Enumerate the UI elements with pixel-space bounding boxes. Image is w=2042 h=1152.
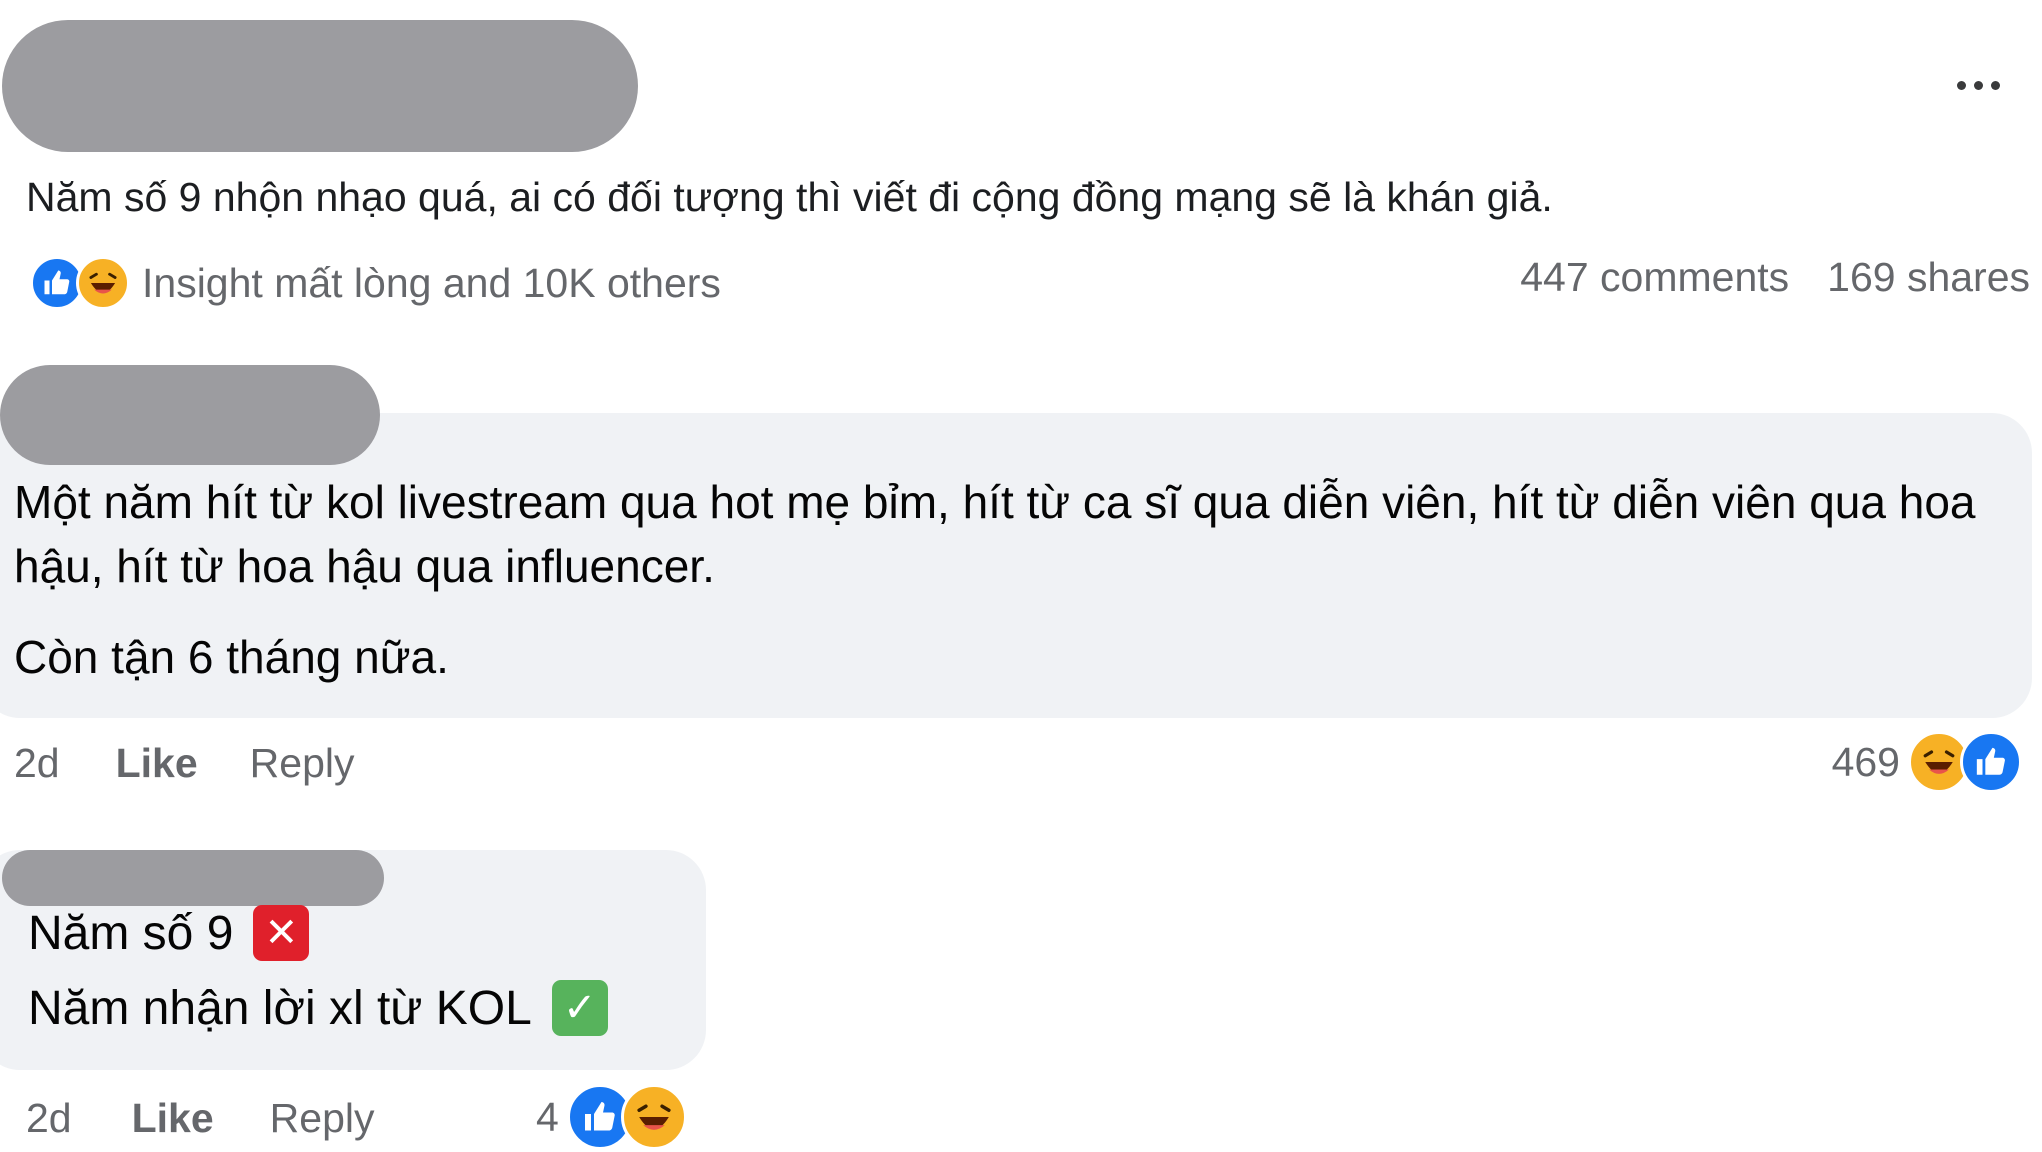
redacted-commenter-name — [0, 365, 380, 465]
shares-count[interactable]: 169 shares — [1827, 254, 2030, 301]
comment-line: Năm số 9 ✕ — [28, 905, 310, 961]
haha-icon — [620, 1084, 687, 1150]
comment-time[interactable]: 2d — [14, 740, 60, 787]
reply-button[interactable]: Reply — [270, 1095, 375, 1142]
post-text: Năm số 9 nhộn nhạo quá, ai có đối tượng … — [26, 174, 1553, 220]
comment-actions: 2d Like Reply — [14, 738, 354, 788]
check-mark-icon: ✓ — [551, 980, 608, 1036]
comment-actions: 2d Like Reply — [26, 1093, 374, 1143]
comments-count[interactable]: 447 comments — [1520, 254, 1789, 301]
comment-text: Năm số 9 — [28, 906, 234, 960]
reply-button[interactable]: Reply — [250, 740, 355, 787]
redacted-commenter-name — [2, 850, 384, 906]
redacted-author-name — [2, 20, 638, 152]
comment-reactions[interactable]: 4 — [536, 1082, 687, 1152]
reaction-count: 469 — [1831, 738, 1900, 785]
cross-mark-icon: ✕ — [253, 905, 310, 961]
haha-icon — [76, 256, 130, 310]
comment-reactions[interactable]: 469 — [1832, 730, 2022, 794]
comment-text: Còn tận 6 tháng nữa. — [14, 631, 449, 683]
more-options-icon[interactable] — [1948, 70, 2008, 100]
like-button[interactable]: Like — [116, 740, 198, 787]
like-button[interactable]: Like — [132, 1095, 214, 1142]
post-stats: 447 comments 169 shares — [1520, 254, 2030, 301]
like-icon — [1960, 731, 2022, 793]
reactions-summary[interactable]: Insight mất lòng and 10K others — [142, 260, 721, 307]
comment-line: Năm nhận lời xl từ KOL ✓ — [28, 980, 608, 1036]
comment-text: Năm nhận lời xl từ KOL — [28, 981, 532, 1035]
post-reactions[interactable]: Insight mất lòng and 10K others — [30, 254, 721, 312]
comment-text: Một năm hít từ kol livestream qua hot mẹ… — [14, 476, 1976, 592]
reaction-count: 4 — [536, 1093, 559, 1140]
comment-time[interactable]: 2d — [26, 1095, 72, 1142]
